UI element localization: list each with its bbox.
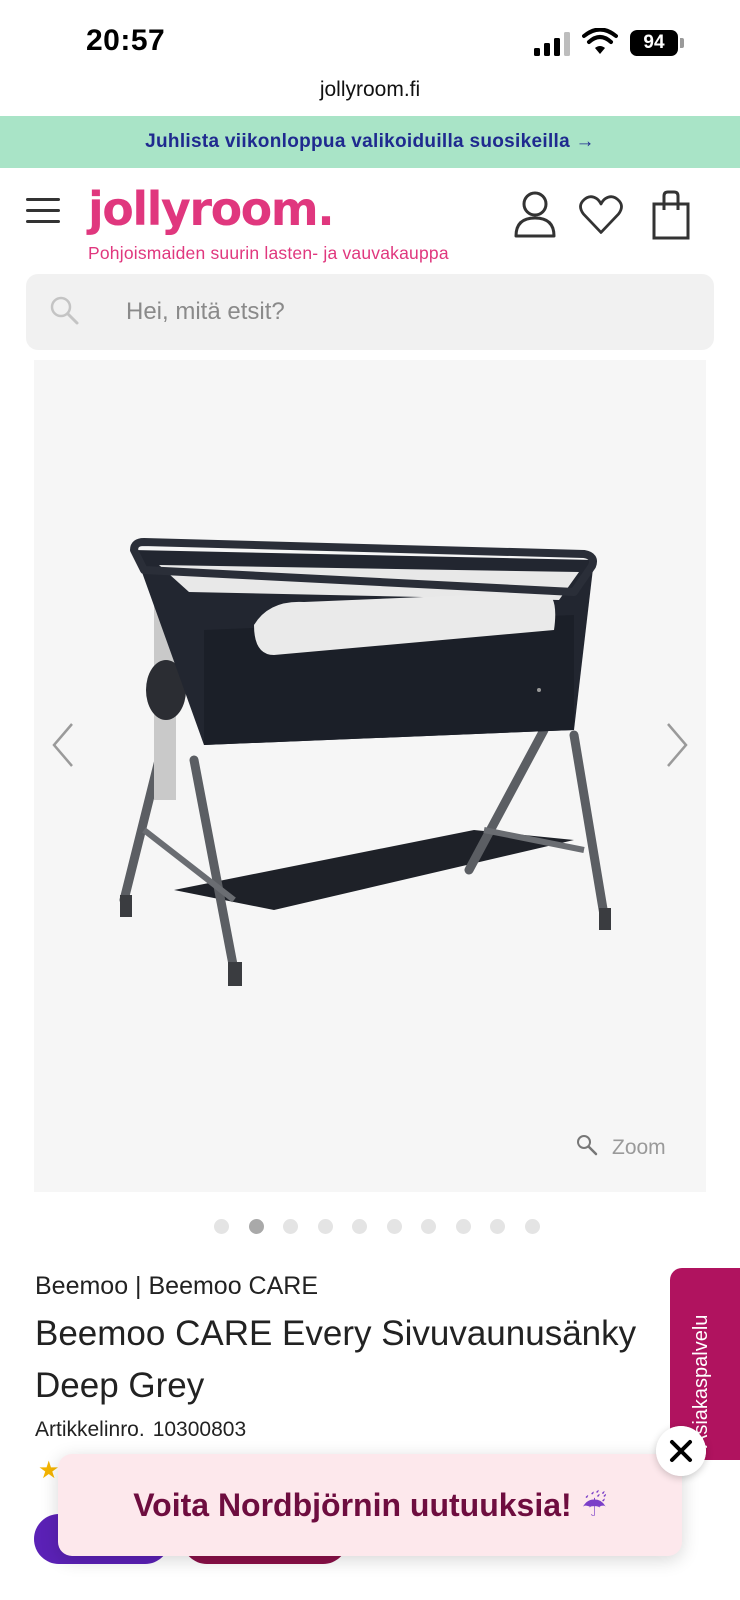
- carousel-dot[interactable]: [455, 1219, 471, 1234]
- battery-icon: 94: [630, 30, 684, 56]
- zoom-button[interactable]: Zoom: [576, 1130, 686, 1164]
- signal-icon: [534, 32, 570, 56]
- heart-icon[interactable]: [578, 190, 624, 240]
- article-label: Artikkelinro.: [35, 1418, 145, 1441]
- zoom-label: Zoom: [612, 1136, 666, 1159]
- product-title: Beemoo CARE Every Sivuvaunusänky Deep Gr…: [35, 1314, 637, 1405]
- site-tagline: Pohjoismaiden suurin lasten- ja vauvakau…: [88, 243, 449, 263]
- promo-toast[interactable]: Voita Nordbjörnin uutuuksia! ☔: [58, 1454, 682, 1556]
- product-image[interactable]: [104, 530, 634, 1010]
- chevron-left-icon[interactable]: [48, 720, 78, 770]
- carousel-dot[interactable]: [386, 1219, 402, 1234]
- wifi-icon: [582, 28, 618, 54]
- menu-icon[interactable]: [26, 198, 62, 224]
- product-brand[interactable]: Beemoo | Beemoo CARE: [35, 1272, 318, 1301]
- address-bar-url[interactable]: jollyroom.fi: [0, 78, 740, 102]
- rating-star-icon[interactable]: ★: [38, 1456, 60, 1485]
- site-logo[interactable]: jollyroom.: [88, 182, 335, 236]
- carousel-dot[interactable]: [248, 1219, 264, 1234]
- search-icon: [50, 296, 79, 325]
- carousel-dot[interactable]: [214, 1219, 229, 1234]
- account-icon[interactable]: [512, 190, 558, 240]
- customer-service-label: Asiakaspalvelu: [690, 1314, 712, 1448]
- status-bar: 20:57 94: [0, 0, 740, 80]
- chevron-right-icon[interactable]: [662, 720, 692, 770]
- carousel-dot[interactable]: [283, 1219, 298, 1234]
- umbrella-icon: ☔: [581, 1490, 607, 1523]
- toast-text: Voita Nordbjörnin uutuuksia!: [133, 1487, 572, 1523]
- bag-icon[interactable]: [648, 190, 694, 240]
- zoom-icon: [577, 1135, 598, 1156]
- carousel-dot[interactable]: [317, 1219, 333, 1234]
- close-icon[interactable]: [656, 1426, 706, 1476]
- search-input[interactable]: [100, 274, 680, 350]
- promo-banner[interactable]: Juhlista viikonloppua valikoiduilla suos…: [0, 116, 740, 168]
- battery-level: 94: [630, 30, 678, 56]
- article-number: Artikkelinro. 10300803: [35, 1418, 246, 1442]
- search-bar[interactable]: [26, 274, 714, 350]
- product-gallery[interactable]: Zoom: [34, 360, 706, 1192]
- carousel-dot[interactable]: [524, 1219, 540, 1234]
- status-time: 20:57: [86, 24, 166, 57]
- carousel-dot[interactable]: [490, 1219, 505, 1234]
- carousel-dot[interactable]: [352, 1219, 367, 1234]
- article-value: 10300803: [152, 1418, 247, 1441]
- carousel-dot[interactable]: [421, 1219, 436, 1234]
